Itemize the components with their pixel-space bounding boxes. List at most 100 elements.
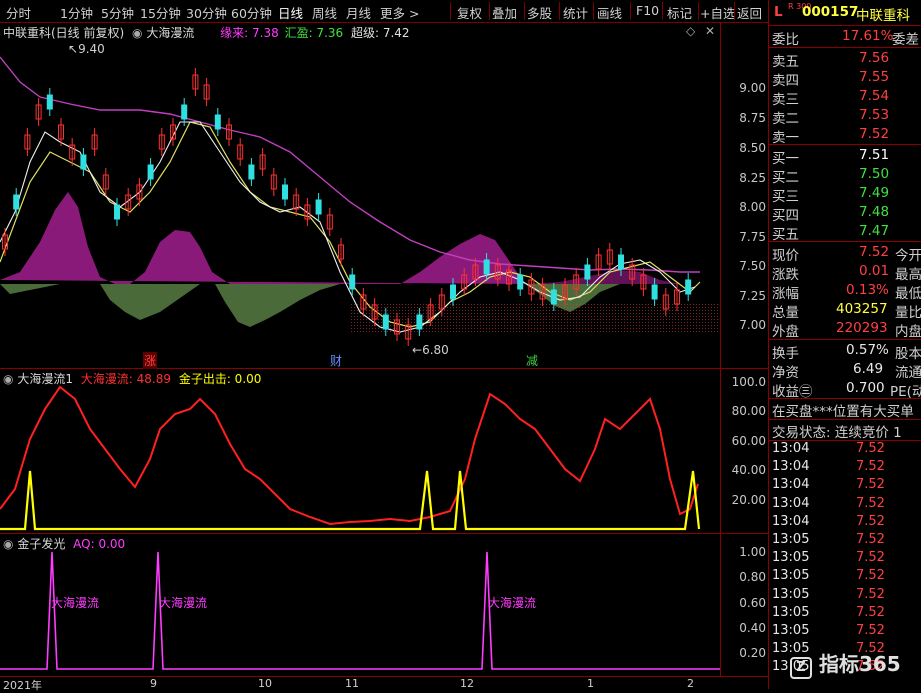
candle-body [382,314,389,330]
draw-line-button[interactable]: 画线 [597,3,622,22]
period-tab-fenshi[interactable]: 分时 [6,3,31,22]
stat-row: 涨跌 0.01 最高 [772,263,921,283]
mark-button[interactable]: 标记 [667,3,692,22]
market-badge: R 300 [788,2,812,11]
x-tick: 12 [460,677,474,690]
tick-time: 13:05 [772,550,810,566]
weibi-row: 委比 17.61% 委差 [772,28,919,48]
candle-body [651,284,658,300]
stat-row: 涨幅 0.13% 最低 [772,282,921,302]
tick-time: 13:04 [772,495,810,511]
y-tick: 0.40 [739,621,766,635]
trading-status: 交易状态: 连续竞价 1 [772,425,902,440]
event-tag-jian[interactable]: 减 [526,352,538,369]
f10-button[interactable]: F10 [636,3,659,18]
code-prefix: L [774,4,783,20]
y-tick: 80.00 [731,404,766,418]
fuquan-button[interactable]: 复权 [457,3,482,22]
tick-row: 13:05 7.52 [772,568,921,586]
tick-time: 13:04 [772,441,810,456]
bid-row: 买四 7.48 [772,204,890,224]
ask-row: 卖四 7.55 [772,69,890,89]
period-tab-30min[interactable]: 30分钟 [186,3,227,22]
signal-label: 大海漫流 [159,596,208,610]
period-tab-15min[interactable]: 15分钟 [140,3,181,22]
stock-header: L R 300 000157 中联重科 [772,2,921,24]
tick-price: 7.52 [856,586,885,602]
stat-row: 收益㊂ 0.700 PE(动 [772,380,921,400]
multi-stock-button[interactable]: 多股 [527,3,552,22]
x-tick: 2021年 [3,679,42,692]
period-toolbar: 分时 1分钟 5分钟 15分钟 30分钟 60分钟 日线 周线 月线 更多 > … [0,0,768,23]
tick-row: 13:04 7.52 [772,514,921,532]
tick-time: 13:05 [772,568,810,584]
ask-row: 卖五 7.56 [772,50,890,70]
stat-row: 换手 0.57% 股本 [772,342,921,362]
candle-body [450,284,456,300]
tick-price: 7.52 [856,604,885,620]
tick-time: 13:05 [772,623,810,638]
stock-name: 中联重科 [856,8,910,24]
candle-body [416,314,423,330]
candle-body [248,164,255,180]
y-tick: 7.25 [739,289,766,303]
y-tick: 7.75 [739,230,766,244]
tick-time: 13:05 [772,586,810,602]
period-tab-60min[interactable]: 60分钟 [231,3,272,22]
y-tick: 7.00 [739,318,766,332]
quote-panel: L R 300 000157 中联重科 委比 17.61% 委差 卖五 7.56 … [768,0,921,689]
period-tab-5min[interactable]: 5分钟 [101,3,134,22]
signal-chart[interactable] [0,534,720,676]
y-tick: 8.25 [739,171,766,185]
bid-row: 买三 7.49 [772,185,890,205]
tick-time: 13:04 [772,477,810,493]
watermark-logo-icon: Z [790,657,812,679]
tick-price: 7.52 [856,441,885,456]
signal-label: 大海漫流 [488,596,537,610]
oscillator-chart[interactable] [0,369,720,533]
tick-price: 7.52 [856,568,885,584]
overlay-button[interactable]: 叠加 [492,3,517,22]
tick-time: 13:04 [772,513,810,529]
stat-row: 总量 403257 量比 [772,301,921,321]
ask-row: 卖二 7.53 [772,107,890,127]
y-tick: 8.75 [739,111,766,125]
tick-row: 13:04 7.52 [772,477,921,495]
notice-bigorder: 在买盘***位置有大买单 [772,404,914,419]
candlestick-chart[interactable] [0,22,720,368]
period-tab-daily[interactable]: 日线 [278,3,303,22]
bid-row: 买一 7.51 [772,147,890,167]
tick-price: 7.52 [856,550,885,566]
bid-row: 买五 7.47 [772,223,890,243]
tick-row: 13:05 7.52 [772,532,921,550]
y-tick: 7.50 [739,259,766,273]
signal-label: 大海漫流 [51,596,100,610]
stock-code: 000157 [802,4,859,20]
period-tab-monthly[interactable]: 月线 [346,3,371,22]
x-tick: 2 [687,677,694,690]
tick-time: 13:04 [772,459,810,475]
period-tab-more[interactable]: 更多 > [380,3,419,22]
y-tick: 9.00 [739,81,766,95]
watermark: Z 指标365 [790,648,901,679]
price-axis: 9.00 8.75 8.50 8.25 8.00 7.75 7.50 7.25 … [722,0,768,689]
x-tick: 11 [345,677,359,690]
high-price-marker: ↖9.40 [68,42,105,56]
event-tag-zhang[interactable]: 涨 [143,352,158,369]
tick-row: 13:05 7.52 [772,550,921,568]
tick-row: 13:05 7.52 [772,623,921,641]
y-tick: 8.00 [739,200,766,214]
y-tick: 0.80 [739,570,766,584]
statistics-button[interactable]: 统计 [563,3,588,22]
tick-price: 7.52 [856,459,885,475]
tick-row: 13:04 7.52 [772,459,921,477]
event-tag-cai[interactable]: 财 [330,352,342,369]
y-tick: 0.60 [739,596,766,610]
period-tab-1min[interactable]: 1分钟 [60,3,93,22]
candle-body [584,264,591,280]
tick-time: 13:05 [772,604,810,620]
x-tick: 1 [587,677,594,690]
period-tab-weekly[interactable]: 周线 [312,3,337,22]
stat-row: 外盘 220293 内盘 [772,320,921,340]
candle-body [114,204,120,220]
